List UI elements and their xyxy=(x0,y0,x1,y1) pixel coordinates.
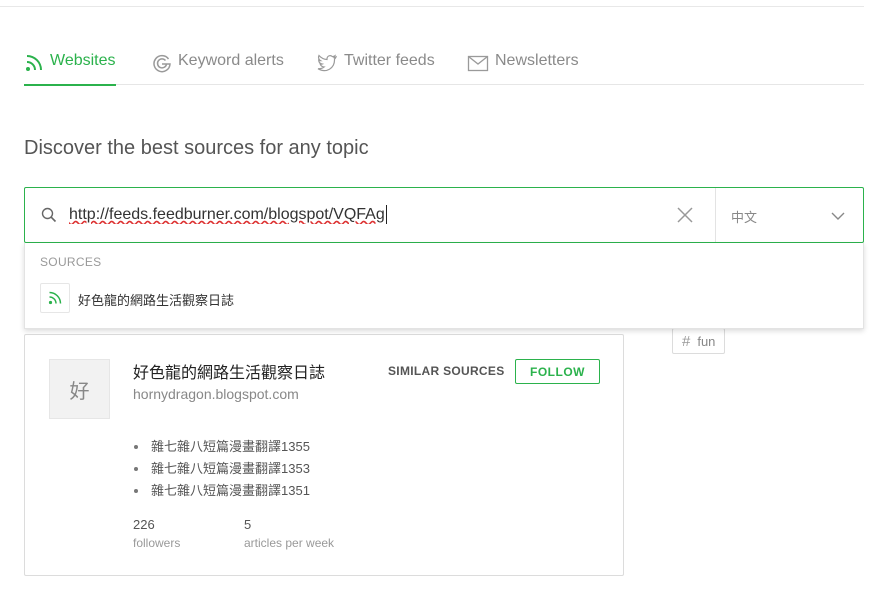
suggestion-item[interactable]: 好色龍的網路生活觀察日誌 xyxy=(40,283,850,313)
top-divider xyxy=(0,6,864,7)
tab-label: Twitter feeds xyxy=(344,52,435,69)
source-card: 好 好色龍的網路生活觀察日誌 hornydragon.blogspot.com … xyxy=(24,334,624,576)
search-input[interactable] xyxy=(69,204,659,226)
close-icon[interactable] xyxy=(676,206,694,224)
divider xyxy=(715,188,716,242)
tab-label: Keyword alerts xyxy=(178,52,284,69)
hashtag-icon: # xyxy=(682,332,691,350)
tag-label: fun xyxy=(697,333,716,349)
followers-stat: 226 followers xyxy=(133,517,180,550)
text-caret xyxy=(386,205,387,224)
suggestion-label: 好色龍的網路生活觀察日誌 xyxy=(78,293,235,308)
language-select[interactable]: 中文 xyxy=(731,207,757,226)
avatar: 好 xyxy=(49,359,110,419)
similar-sources-button[interactable]: SIMILAR SOURCES xyxy=(388,364,505,378)
topic-tag[interactable]: # fun xyxy=(672,328,726,354)
page-title: Discover the best sources for any topic xyxy=(24,137,369,159)
search-box: 中文 xyxy=(24,187,864,243)
followers-label: followers xyxy=(133,536,181,550)
search-icon xyxy=(41,207,57,223)
tab-websites[interactable]: Websites xyxy=(24,44,116,86)
tab-twitter-feeds[interactable]: Twitter feeds xyxy=(316,44,435,85)
source-title[interactable]: 好色龍的網路生活觀察日誌 xyxy=(133,359,325,383)
list-item[interactable]: 雜七雜八短篇漫畫翻譯1355 xyxy=(133,436,310,458)
google-icon xyxy=(153,54,171,73)
recent-articles: 雜七雜八短篇漫畫翻譯1355 雜七雜八短篇漫畫翻譯1353 雜七雜八短篇漫畫翻譯… xyxy=(133,436,310,502)
articles-per-week-label: articles per week xyxy=(244,536,335,550)
articles-per-week-count: 5 xyxy=(244,517,252,532)
source-type-tabs: Websites Keyword alerts Twitter feeds Ne… xyxy=(24,44,864,86)
tab-keyword-alerts[interactable]: Keyword alerts xyxy=(152,44,284,85)
chevron-down-icon[interactable] xyxy=(830,208,846,224)
tab-label: Websites xyxy=(50,52,116,69)
envelope-icon xyxy=(467,55,489,72)
follow-button[interactable]: FOLLOW xyxy=(515,359,600,384)
search-suggestions: SOURCES 好色龍的網路生活觀察日誌 xyxy=(24,243,864,329)
list-item[interactable]: 雜七雜八短篇漫畫翻譯1351 xyxy=(133,480,310,502)
tab-label: Newsletters xyxy=(495,52,579,69)
rss-icon xyxy=(40,283,70,313)
articles-per-week-stat: 5 articles per week xyxy=(244,517,334,550)
source-domain: hornydragon.blogspot.com xyxy=(133,386,299,402)
followers-count: 226 xyxy=(133,517,155,532)
suggestions-section-label: SOURCES xyxy=(40,255,102,269)
list-item[interactable]: 雜七雜八短篇漫畫翻譯1353 xyxy=(133,458,310,480)
tab-newsletters[interactable]: Newsletters xyxy=(467,44,579,85)
rss-icon xyxy=(26,55,42,71)
twitter-icon xyxy=(317,54,338,72)
